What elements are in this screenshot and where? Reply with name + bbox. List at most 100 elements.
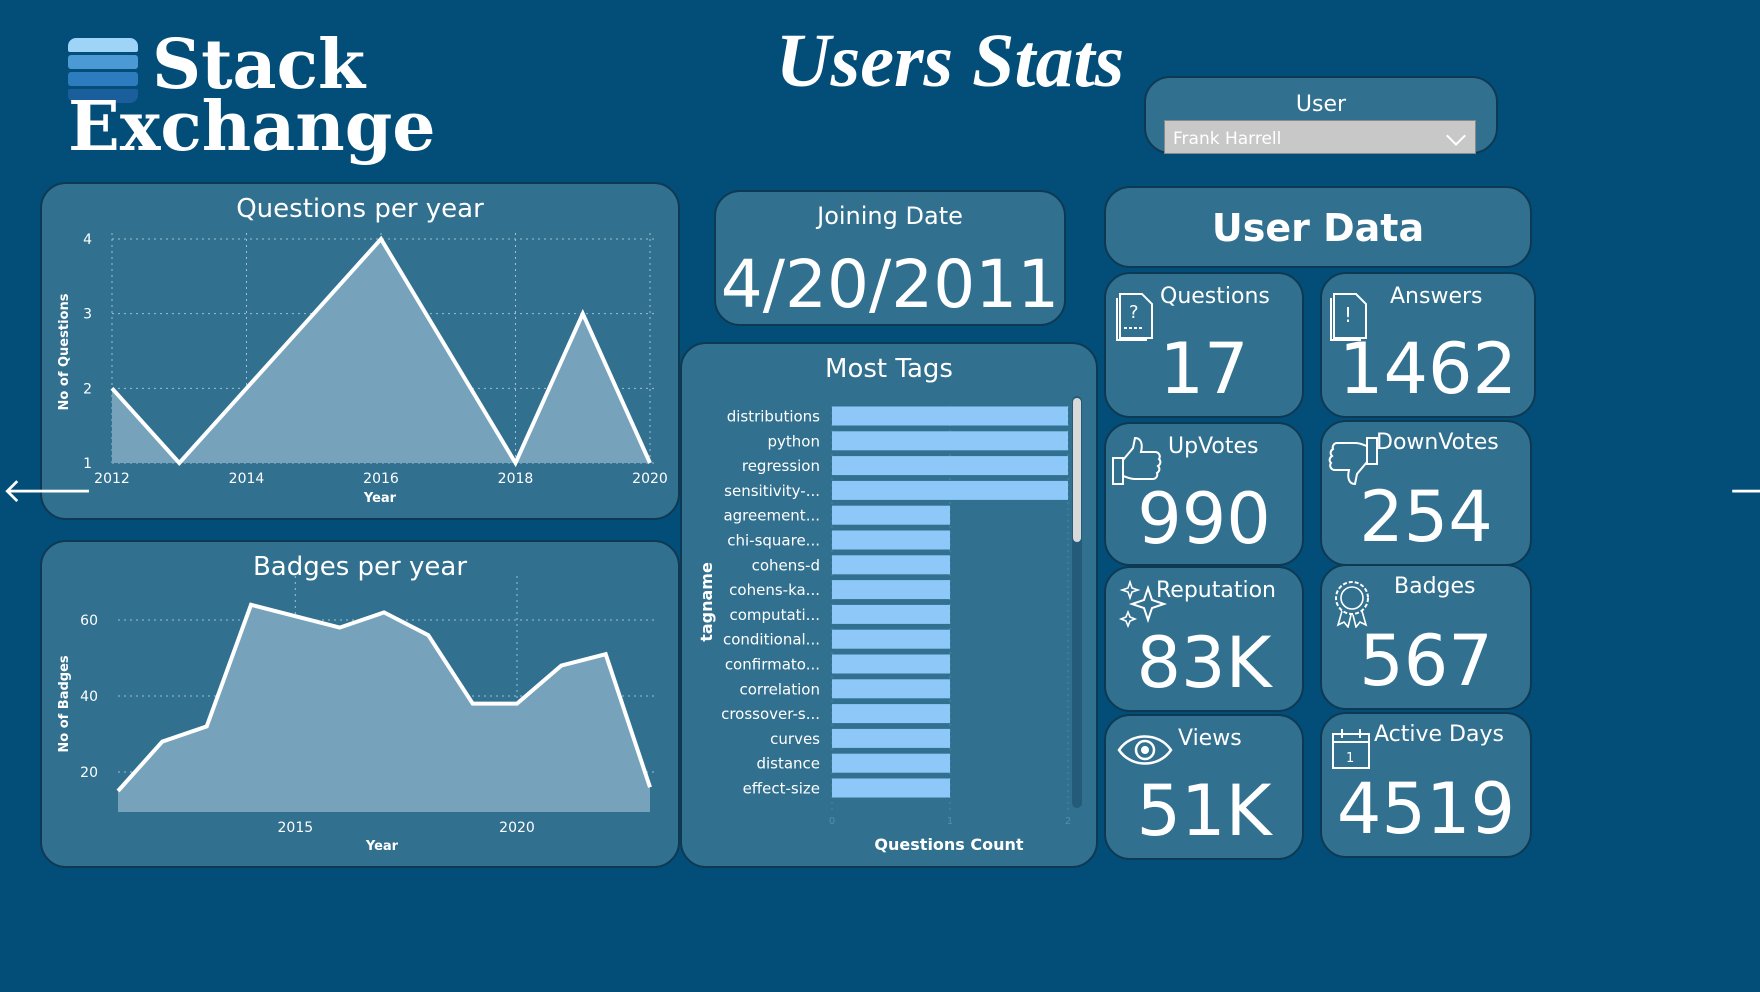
tag-bar[interactable]	[832, 456, 1068, 476]
joining-date-value: 4/20/2011	[720, 246, 1060, 323]
tag-label: agreement...	[723, 507, 820, 525]
tag-bar[interactable]	[832, 654, 950, 674]
x-tick-label: 0	[829, 816, 835, 827]
chevron-down-icon[interactable]	[1446, 126, 1466, 146]
tag-label: sensitivity-...	[724, 482, 820, 500]
next-page-arrow-icon[interactable]: 🡒	[1728, 470, 1760, 511]
svg-text:1: 1	[1346, 751, 1354, 766]
badges-area	[118, 604, 650, 812]
badges-kpi-label: Badges	[1394, 574, 1476, 599]
tag-bar[interactable]	[832, 406, 1068, 426]
most-tags-x-axis-label: Questions Count	[874, 835, 1023, 854]
answers-kpi-card: ! Answers 1462	[1320, 272, 1536, 418]
downvotes-kpi-value: 254	[1359, 476, 1493, 558]
joining-date-card: Joining Date 4/20/2011	[714, 190, 1066, 326]
svg-text:!: !	[1344, 303, 1352, 327]
tag-bar[interactable]	[832, 480, 1068, 500]
tag-label: computati...	[730, 606, 821, 624]
tag-label: distributions	[727, 408, 820, 426]
y-tick-label: 3	[83, 307, 92, 323]
y-tick-label: 4	[83, 232, 92, 248]
views-kpi-value: 51K	[1136, 770, 1272, 852]
active-days-kpi-label: Active Days	[1374, 722, 1504, 747]
user-slicer: User Frank Harrell	[1144, 76, 1498, 154]
views-kpi-label: Views	[1178, 726, 1242, 751]
reputation-kpi-label: Reputation	[1156, 578, 1276, 603]
most-tags-card: Most Tags 0 1 2 distributions python regressi…	[680, 342, 1098, 868]
x-tick-label: 1	[947, 816, 953, 827]
badges-x-axis-label: Year	[365, 839, 399, 854]
x-tick-label: 2016	[363, 471, 399, 487]
user-data-header: User Data	[1104, 186, 1532, 268]
badges-kpi-value: 567	[1359, 620, 1493, 702]
active-days-kpi-card: 1 Active Days 4519	[1320, 712, 1532, 858]
upvotes-kpi-card: UpVotes 990	[1104, 422, 1304, 566]
tag-bar[interactable]	[832, 679, 950, 699]
x-tick-label: 2020	[499, 820, 535, 836]
tag-bar[interactable]	[832, 704, 950, 724]
questions-y-axis-label: No of Questions	[57, 293, 72, 410]
questions-kpi-label: Questions	[1160, 284, 1270, 309]
badges-y-axis-label: No of Badges	[57, 655, 72, 753]
tag-label: conditional...	[723, 631, 820, 649]
page-title: Users Stats	[775, 19, 1125, 103]
badges-per-year-card: Badges per year 20 40 60 2015 2020 Year No o…	[40, 540, 680, 868]
user-slicer-label: User	[1295, 92, 1347, 117]
y-tick-label: 20	[80, 765, 98, 781]
badges-kpi-card: Badges 567	[1320, 564, 1532, 710]
tag-label: chi-square...	[727, 532, 820, 550]
most-tags-y-axis-label: tagname	[697, 562, 716, 642]
tag-label: effect-size	[743, 780, 820, 798]
upvotes-kpi-label: UpVotes	[1168, 434, 1259, 459]
tag-bar[interactable]	[832, 530, 950, 550]
previous-page-arrow-icon[interactable]: 🡐	[2, 470, 93, 511]
tag-label: regression	[742, 457, 820, 475]
user-dropdown[interactable]: Frank Harrell	[1164, 120, 1476, 154]
tag-bar[interactable]	[832, 580, 950, 600]
answers-kpi-label: Answers	[1390, 284, 1483, 309]
tag-bar[interactable]	[832, 505, 950, 525]
x-tick-label: 2020	[632, 471, 668, 487]
user-data-title: User Data	[1211, 206, 1425, 250]
tag-bar[interactable]	[832, 778, 950, 798]
joining-date-label: Joining Date	[817, 202, 963, 230]
tag-label: cohens-ka...	[729, 581, 820, 599]
y-tick-label: 2	[83, 381, 92, 397]
calendar-icon: 1	[1332, 729, 1370, 769]
tag-bar[interactable]	[832, 753, 950, 773]
tag-label: cohens-d	[752, 556, 820, 574]
reputation-kpi-value: 83K	[1136, 622, 1272, 704]
eye-icon	[1117, 735, 1173, 765]
tag-label: correlation	[740, 680, 821, 698]
reputation-kpi-card: Reputation 83K	[1104, 566, 1304, 712]
tag-label: distance	[756, 755, 820, 773]
answers-kpi-value: 1462	[1338, 328, 1518, 410]
questions-per-year-card: Questions per year 1 2 3 4 2012 2014 2016 2018 2…	[40, 182, 680, 520]
questions-x-axis-label: Year	[363, 491, 397, 506]
most-tags-chart: 0 1 2 distributions python regression sensitiv…	[697, 396, 1082, 854]
x-tick-label: 2015	[278, 820, 314, 836]
upvotes-kpi-value: 990	[1137, 478, 1271, 560]
questions-chart: 12342012 2014 2016 2018 2020 Year No of Ques…	[57, 232, 668, 506]
x-tick-label: 2	[1065, 816, 1071, 827]
questions-kpi-value: 17	[1159, 328, 1249, 410]
views-kpi-card: Views 51K	[1104, 714, 1304, 860]
tag-bar[interactable]	[832, 431, 1068, 451]
tag-bar[interactable]	[832, 629, 950, 649]
tag-label: confirmato...	[725, 656, 820, 674]
downvotes-kpi-card: DownVotes 254	[1320, 420, 1532, 566]
tag-bar[interactable]	[832, 604, 950, 624]
active-days-kpi-value: 4519	[1336, 768, 1516, 850]
badges-chart: 20 40 60 2015 2020 Year No of Badges	[57, 576, 656, 854]
svg-text:?: ?	[1129, 302, 1139, 323]
y-tick-label: 40	[80, 689, 98, 705]
tag-label: curves	[770, 730, 820, 748]
user-dropdown-value: Frank Harrell	[1173, 129, 1282, 149]
x-tick-label: 2018	[498, 471, 534, 487]
logo-wordmark: Stack Exchange	[68, 31, 436, 161]
scrollbar-thumb[interactable]	[1073, 398, 1081, 542]
tag-bar[interactable]	[832, 555, 950, 575]
tag-label: python	[768, 432, 820, 450]
tag-bar[interactable]	[832, 728, 950, 748]
downvotes-kpi-label: DownVotes	[1376, 430, 1499, 455]
